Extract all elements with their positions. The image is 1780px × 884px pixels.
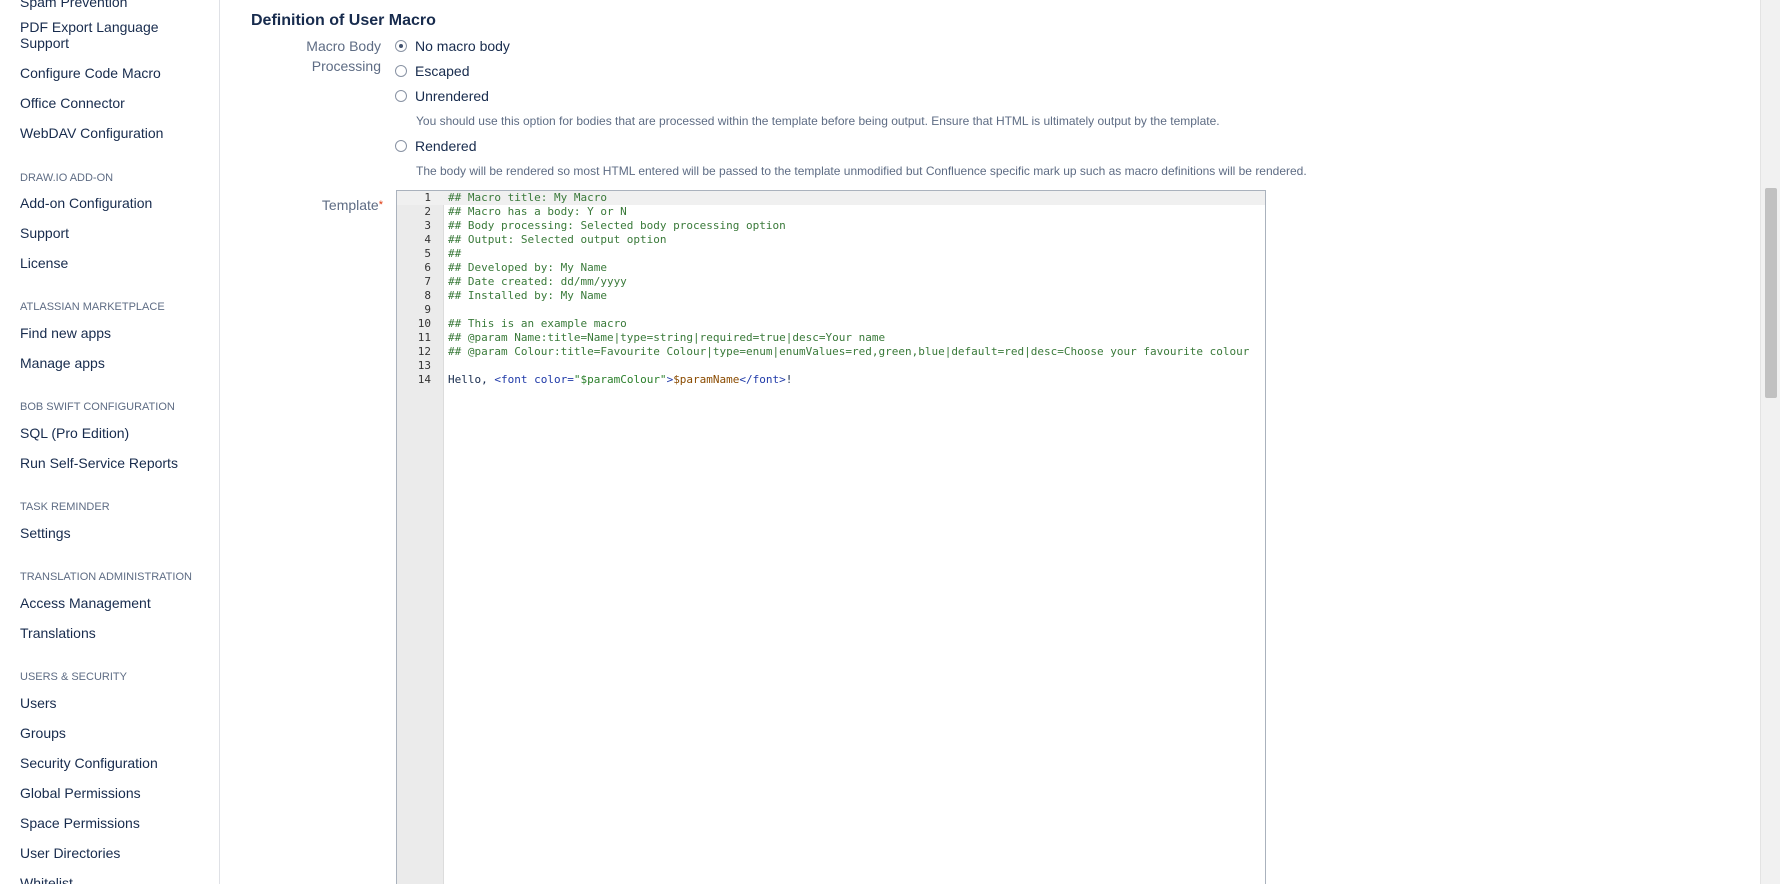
- line-number: 4: [424, 233, 431, 246]
- line-number: 13: [417, 359, 431, 372]
- radio-indicator[interactable]: [395, 40, 407, 52]
- line-number: 3: [424, 219, 431, 232]
- sidebar-item-space-permissions[interactable]: Space Permissions: [20, 815, 210, 831]
- radio-escaped[interactable]: Escaped: [395, 62, 469, 80]
- section-title: Definition of User Macro: [251, 12, 436, 29]
- radio-indicator[interactable]: [395, 65, 407, 77]
- line-number: 11: [417, 331, 431, 344]
- line-number: 6: [424, 261, 431, 274]
- page-scrollbar[interactable]: [1760, 0, 1780, 884]
- sidebar-item-spam-prevention[interactable]: Spam Prevention: [20, 0, 210, 10]
- unrendered-help-text: You should use this option for bodies th…: [416, 114, 1220, 128]
- code-line[interactable]: 12 ## @param Colour:title=Favourite Colou…: [397, 345, 1265, 359]
- sidebar-item-access-management[interactable]: Access Management: [20, 595, 210, 611]
- code-line[interactable]: 13: [397, 359, 1265, 373]
- code-line[interactable]: 2 ## Macro has a body: Y or N: [397, 205, 1265, 219]
- sidebar-item-license[interactable]: License: [20, 255, 210, 271]
- code-line[interactable]: 9: [397, 303, 1265, 317]
- scrollbar-thumb[interactable]: [1765, 188, 1777, 398]
- code-line[interactable]: 8 ## Installed by: My Name: [397, 289, 1265, 303]
- sidebar-item-users[interactable]: Users: [20, 695, 210, 711]
- radio-rendered[interactable]: Rendered: [395, 137, 477, 155]
- sidebar-item-office-connector[interactable]: Office Connector: [20, 95, 210, 111]
- line-number: 9: [424, 303, 431, 316]
- required-mark: *: [378, 199, 383, 211]
- code-line[interactable]: 14 Hello, <font color="$paramColour">$par…: [397, 373, 1265, 387]
- sidebar-item-security-configuration[interactable]: Security Configuration: [20, 755, 210, 771]
- line-number: 14: [417, 373, 431, 386]
- sidebar-item-groups[interactable]: Groups: [20, 725, 210, 741]
- code-line[interactable]: 11 ## @param Name:title=Name|type=string|…: [397, 331, 1265, 345]
- sidebar-item-addon-configuration[interactable]: Add-on Configuration: [20, 195, 210, 211]
- line-number: 10: [417, 317, 431, 330]
- line-number: 12: [417, 345, 431, 358]
- sidebar-item-pdf-export-language-support[interactable]: PDF Export Language Support: [20, 19, 210, 51]
- admin-sidebar: Spam Prevention PDF Export Language Supp…: [0, 0, 220, 884]
- line-number: 7: [424, 275, 431, 288]
- code-line[interactable]: 5 ##: [397, 247, 1265, 261]
- user-macro-form: Definition of User Macro Macro Body Proc…: [221, 0, 1760, 884]
- sidebar-item-global-permissions[interactable]: Global Permissions: [20, 785, 210, 801]
- code-line[interactable]: 6 ## Developed by: My Name: [397, 261, 1265, 275]
- radio-indicator[interactable]: [395, 90, 407, 102]
- sidebar-item-self-service-reports[interactable]: Run Self-Service Reports: [20, 455, 210, 471]
- sidebar-item-user-directories[interactable]: User Directories: [20, 845, 210, 861]
- sidebar-heading-bob-swift: BOB SWIFT CONFIGURATION: [20, 401, 175, 413]
- sidebar-item-manage-apps[interactable]: Manage apps: [20, 355, 210, 371]
- sidebar-heading-users-security: USERS & SECURITY: [20, 671, 127, 683]
- code-line[interactable]: 1 ## Macro title: My Macro: [397, 191, 1265, 205]
- rendered-help-text: The body will be rendered so most HTML e…: [416, 164, 1307, 178]
- sidebar-heading-task-reminder: TASK REMINDER: [20, 501, 110, 513]
- sidebar-item-whitelist[interactable]: Whitelist: [20, 875, 210, 884]
- sidebar-item-settings[interactable]: Settings: [20, 525, 210, 541]
- sidebar-item-configure-code-macro[interactable]: Configure Code Macro: [20, 65, 210, 81]
- sidebar-item-translations[interactable]: Translations: [20, 625, 210, 641]
- sidebar-item-support[interactable]: Support: [20, 225, 210, 241]
- line-number: 8: [424, 289, 431, 302]
- sidebar-heading-marketplace: ATLASSIAN MARKETPLACE: [20, 301, 165, 313]
- code-line[interactable]: 7 ## Date created: dd/mm/yyyy: [397, 275, 1265, 289]
- line-number: 5: [424, 247, 431, 260]
- sidebar-item-webdav-configuration[interactable]: WebDAV Configuration: [20, 125, 210, 141]
- radio-no-macro-body[interactable]: No macro body: [395, 37, 510, 55]
- code-line[interactable]: 10 ## This is an example macro: [397, 317, 1265, 331]
- macro-body-processing-label: Macro Body Processing: [306, 38, 381, 74]
- line-number: 2: [424, 205, 431, 218]
- template-code-editor[interactable]: 1 ## Macro title: My Macro 2 ## Macro has …: [396, 190, 1266, 884]
- radio-indicator[interactable]: [395, 140, 407, 152]
- line-number: 1: [424, 191, 431, 204]
- sidebar-heading-drawio: DRAW.IO ADD-ON: [20, 172, 114, 184]
- radio-unrendered[interactable]: Unrendered: [395, 87, 489, 105]
- code-line-14: Hello, <font color="$paramColour">$param…: [448, 373, 793, 386]
- code-line[interactable]: 3 ## Body processing: Selected body proce…: [397, 219, 1265, 233]
- sidebar-item-sql-pro[interactable]: SQL (Pro Edition): [20, 425, 210, 441]
- sidebar-heading-translation: TRANSLATION ADMINISTRATION: [20, 571, 192, 583]
- template-label: Template*: [321, 197, 383, 213]
- code-line[interactable]: 4 ## Output: Selected output option: [397, 233, 1265, 247]
- sidebar-item-find-new-apps[interactable]: Find new apps: [20, 325, 210, 341]
